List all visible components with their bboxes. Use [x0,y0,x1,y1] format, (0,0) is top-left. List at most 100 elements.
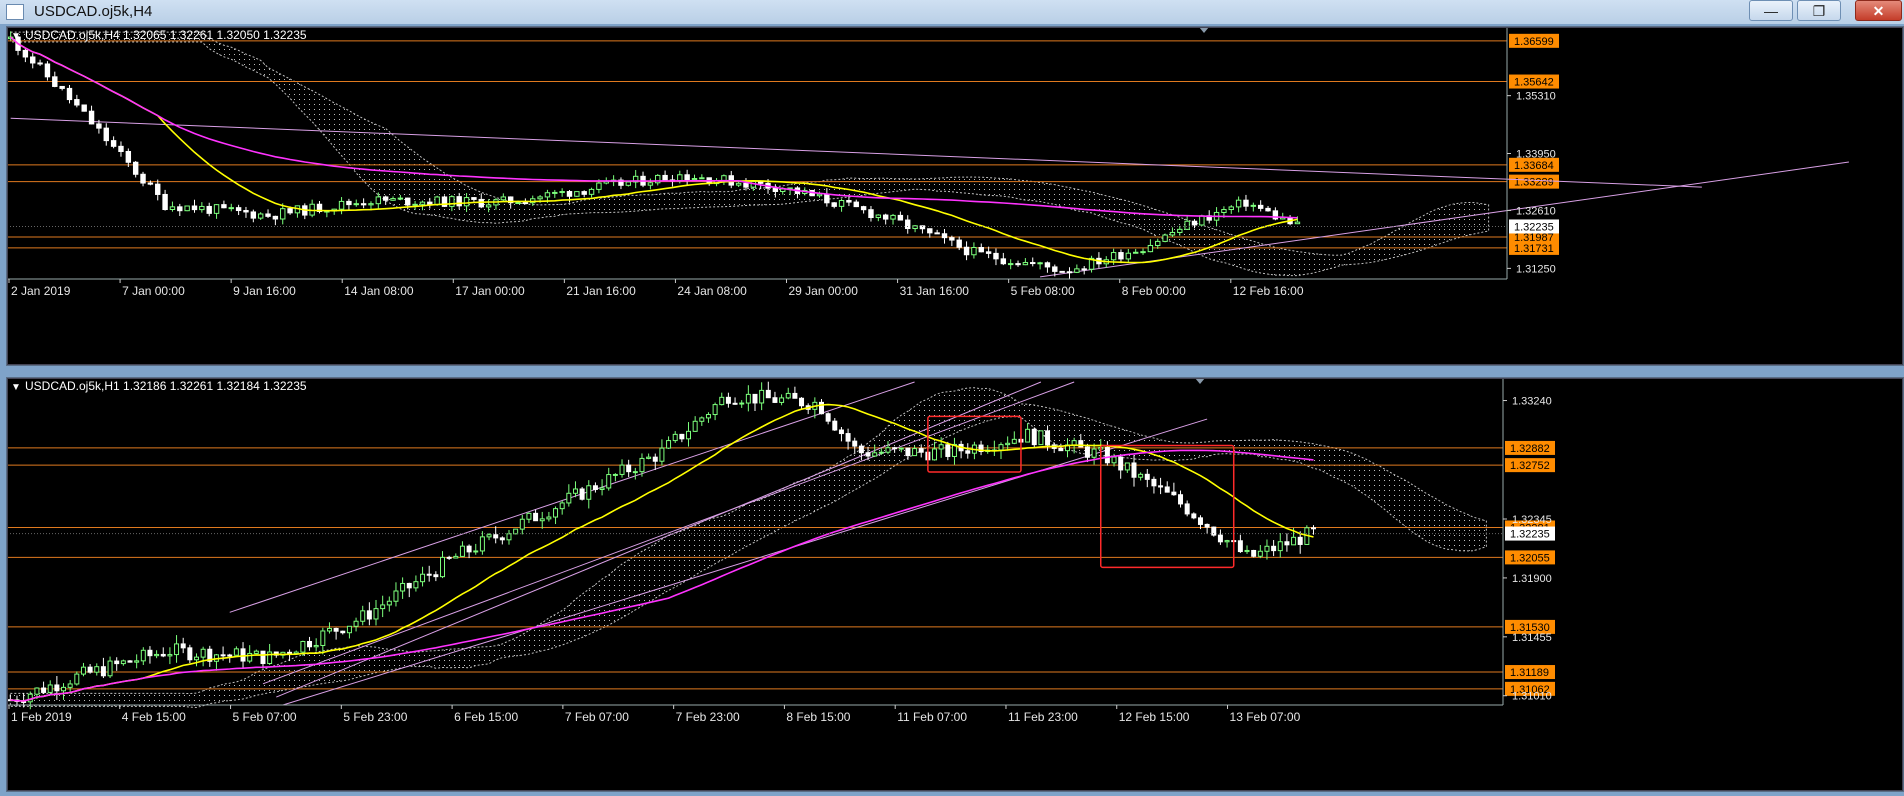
candle-body [473,550,479,553]
candle-body [187,647,193,661]
candle-body [1091,448,1097,458]
candle-body [606,474,612,489]
candle-body [743,182,749,188]
price-tick-label: 1.31250 [1516,263,1556,275]
candle-body [456,196,462,207]
candle-body [1074,268,1080,273]
price-level-label: 1.31189 [1510,667,1549,679]
chart-header: USDCAD.oj5k,H1 1.32186 1.32261 1.32184 1… [25,379,307,393]
candle-body [838,200,845,207]
candle-body [898,447,904,450]
candle-body [1264,545,1270,552]
candle-body [1277,541,1283,552]
candle-body [486,534,492,538]
candle-body [54,684,60,692]
candle-body [875,214,882,219]
candle-body [1164,486,1170,493]
trend-line [282,418,1208,706]
candle-body [539,518,545,522]
candle-body [1015,263,1021,266]
minimize-button[interactable]: — [1749,0,1793,21]
time-tick-label: 9 Jan 16:00 [233,284,296,298]
candle-body [1178,494,1184,505]
candle-body [243,210,249,213]
time-tick-label: 24 Jan 08:00 [677,284,747,298]
candle-body [592,485,598,490]
price-tick-label: 1.32345 [1512,514,1552,526]
candle-body [155,183,161,195]
candle-body [878,451,884,454]
candle-body [927,228,933,234]
candle-body [265,213,271,217]
candle-body [1184,220,1190,230]
candle-body [1257,204,1264,209]
candle-body [1131,462,1137,478]
candle-body [1025,428,1031,443]
candle-body [832,420,838,431]
candle-body [566,492,572,504]
candle-body [169,206,176,211]
candle-body [280,208,286,220]
candle-body [739,402,745,405]
candle-body [1066,271,1073,274]
current-price-label: 1.32235 [1514,221,1554,233]
candle-body [1158,485,1164,488]
ichimoku-cloud [10,31,1490,277]
candle-body [397,197,404,200]
candle-body [200,648,206,658]
candle-body [66,87,73,101]
chart-panel-h4[interactable]: 1.36599 1.35642 1.33684 1.33289 1.31987 1.317… [6,26,1904,366]
h1-chart-canvas[interactable]: 1.328821.327521.322811.320551.315301.311… [7,378,1903,791]
candle-body [752,393,758,404]
maximize-button[interactable]: ❐ [1797,0,1841,21]
candle-body [1197,517,1203,525]
candle-body [772,187,779,193]
candle-body [918,448,924,453]
time-tick-label: 7 Feb 23:00 [676,710,740,724]
candle-body [1110,252,1117,261]
candle-body [406,582,412,589]
price-level-label: 1.33289 [1514,177,1554,189]
close-button[interactable]: ✕ [1855,0,1902,21]
candle-body [1151,478,1157,487]
candle-body [1081,268,1087,271]
candle-body [860,206,867,211]
candle-body [559,191,565,194]
time-tick-label: 7 Jan 00:00 [122,284,185,298]
candle-body [699,177,705,180]
trend-line [10,117,1702,188]
h4-chart-canvas[interactable]: 1.365991.356421.336841.332891.319871.317… [7,27,1903,365]
candle-body [1045,430,1051,446]
candle-body [1191,513,1197,519]
candle-body [692,420,698,432]
candle-body [162,193,168,211]
candle-body [1022,262,1029,266]
price-level-label: 1.32752 [1510,460,1550,472]
candle-body [103,127,109,142]
candle-body [566,191,573,197]
trend-line [276,381,1042,698]
candle-body [816,193,823,197]
candle-body [824,193,830,204]
candle-body [412,203,418,206]
candle-body [1251,549,1257,557]
candle-body [1124,462,1130,471]
candle-body [686,430,692,440]
candle-body [892,447,898,450]
candle-body [134,660,140,663]
candle-body [199,205,205,211]
candle-body [140,173,146,184]
candle-body [386,600,392,606]
candle-body [44,63,51,78]
time-tick-label: 2 Jan 2019 [11,284,71,298]
candle-body [1177,228,1183,233]
time-tick-label: 17 Jan 00:00 [455,284,525,298]
chart-window-icon [6,4,24,20]
candle-body [533,512,539,522]
candle-body [757,181,764,184]
chart-panel-h1[interactable]: 1.328821.327521.322811.320551.315301.311… [6,377,1904,792]
candle-body [646,456,652,459]
candle-body [971,247,977,256]
candle-body [912,448,918,457]
candle-body [1140,251,1146,254]
